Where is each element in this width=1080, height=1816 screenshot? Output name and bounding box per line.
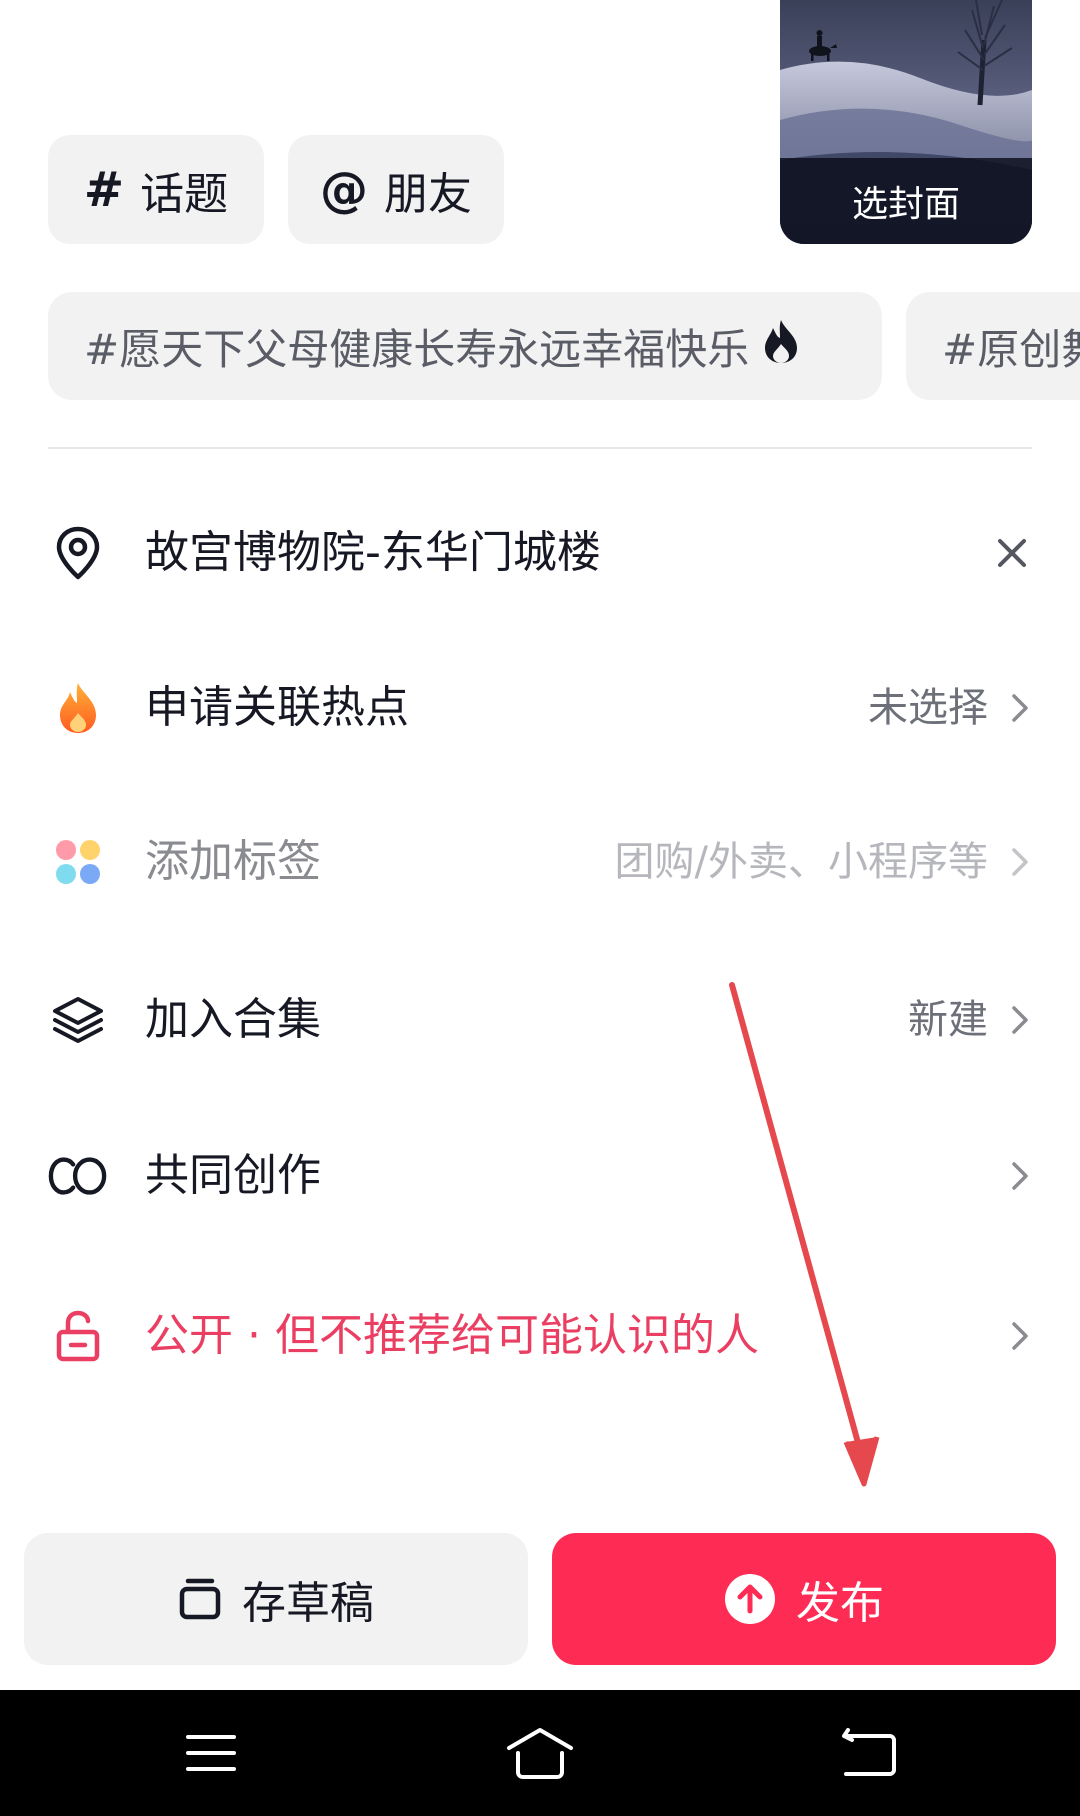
location-label: 故宫博物院-东华门城楼 — [145, 527, 601, 578]
save-draft-button[interactable]: 存草稿 — [24, 1533, 528, 1665]
topic-chip-label: 话题 — [140, 168, 229, 220]
hotspot-value: 未选择 — [868, 685, 988, 731]
hotspot-label: 申请关联热点 — [145, 682, 409, 733]
close-icon[interactable] — [990, 531, 1034, 575]
collection-value: 新建 — [908, 997, 988, 1043]
back-icon[interactable] — [834, 1720, 904, 1786]
hash-symbol: # — [83, 161, 125, 218]
divider — [48, 447, 1032, 449]
hotspot-row[interactable]: 申请关联热点 未选择 — [0, 648, 1080, 768]
topic-chip[interactable]: # 话题 — [48, 135, 264, 244]
system-navigation-bar — [0, 1690, 1080, 1816]
collection-label: 加入合集 — [145, 994, 321, 1045]
home-icon[interactable] — [505, 1720, 575, 1786]
suggested-hashtag-text-2: #原创舞 — [942, 324, 1080, 374]
chevron-right-icon — [1004, 692, 1034, 724]
privacy-row[interactable]: 公开 · 但不推荐给可能认识的人 — [0, 1276, 1080, 1396]
cover-picker[interactable]: 选封面 — [780, 0, 1032, 244]
chevron-right-icon — [1004, 1320, 1034, 1352]
suggested-hashtag-chip[interactable]: #愿天下父母健康长寿永远幸福快乐 — [48, 292, 882, 400]
color-dots-icon — [48, 832, 108, 892]
menu-icon[interactable] — [176, 1720, 246, 1786]
draft-box-icon — [178, 1577, 222, 1621]
friend-chip-label: 朋友 — [384, 168, 472, 220]
flame-icon — [763, 318, 799, 374]
suggested-hashtag-chip-2[interactable]: #原创舞 — [906, 292, 1080, 400]
add-to-collection-row[interactable]: 加入合集 新建 — [0, 960, 1080, 1080]
publish-button[interactable]: 发布 — [552, 1533, 1056, 1665]
unlock-icon — [48, 1306, 108, 1366]
co-create-row[interactable]: 共同创作 — [0, 1116, 1080, 1236]
chevron-right-icon — [1004, 1160, 1034, 1192]
location-pin-icon — [48, 523, 108, 583]
mention-friend-chip[interactable]: @ 朋友 — [288, 135, 504, 244]
upload-arrow-icon — [724, 1573, 776, 1625]
location-row[interactable]: 故宫博物院-东华门城楼 — [0, 493, 1080, 613]
at-symbol: @ — [320, 161, 368, 218]
co-icon — [48, 1146, 108, 1206]
suggested-hashtag-text: #愿天下父母健康长寿永远幸福快乐 — [84, 324, 750, 374]
privacy-label: 公开 · 但不推荐给可能认识的人 — [145, 1310, 759, 1361]
save-draft-label: 存草稿 — [242, 1578, 374, 1629]
fire-icon — [48, 678, 108, 738]
add-tags-row[interactable]: 添加标签 团购/外卖、小程序等 — [0, 802, 1080, 922]
publish-label: 发布 — [796, 1578, 884, 1629]
layers-icon — [48, 990, 108, 1050]
add-tags-label: 添加标签 — [145, 836, 321, 887]
publish-settings-page: # 话题 @ 朋友 选封面 #愿天下父母健康长寿永远幸福快乐 #原创 故宫博物院… — [0, 0, 1080, 1816]
chevron-right-icon — [1004, 1004, 1034, 1036]
add-tags-value: 团购/外卖、小程序等 — [614, 839, 988, 885]
cover-label: 选封面 — [780, 158, 1032, 244]
co-create-label: 共同创作 — [145, 1150, 321, 1201]
chevron-right-icon — [1004, 846, 1034, 878]
